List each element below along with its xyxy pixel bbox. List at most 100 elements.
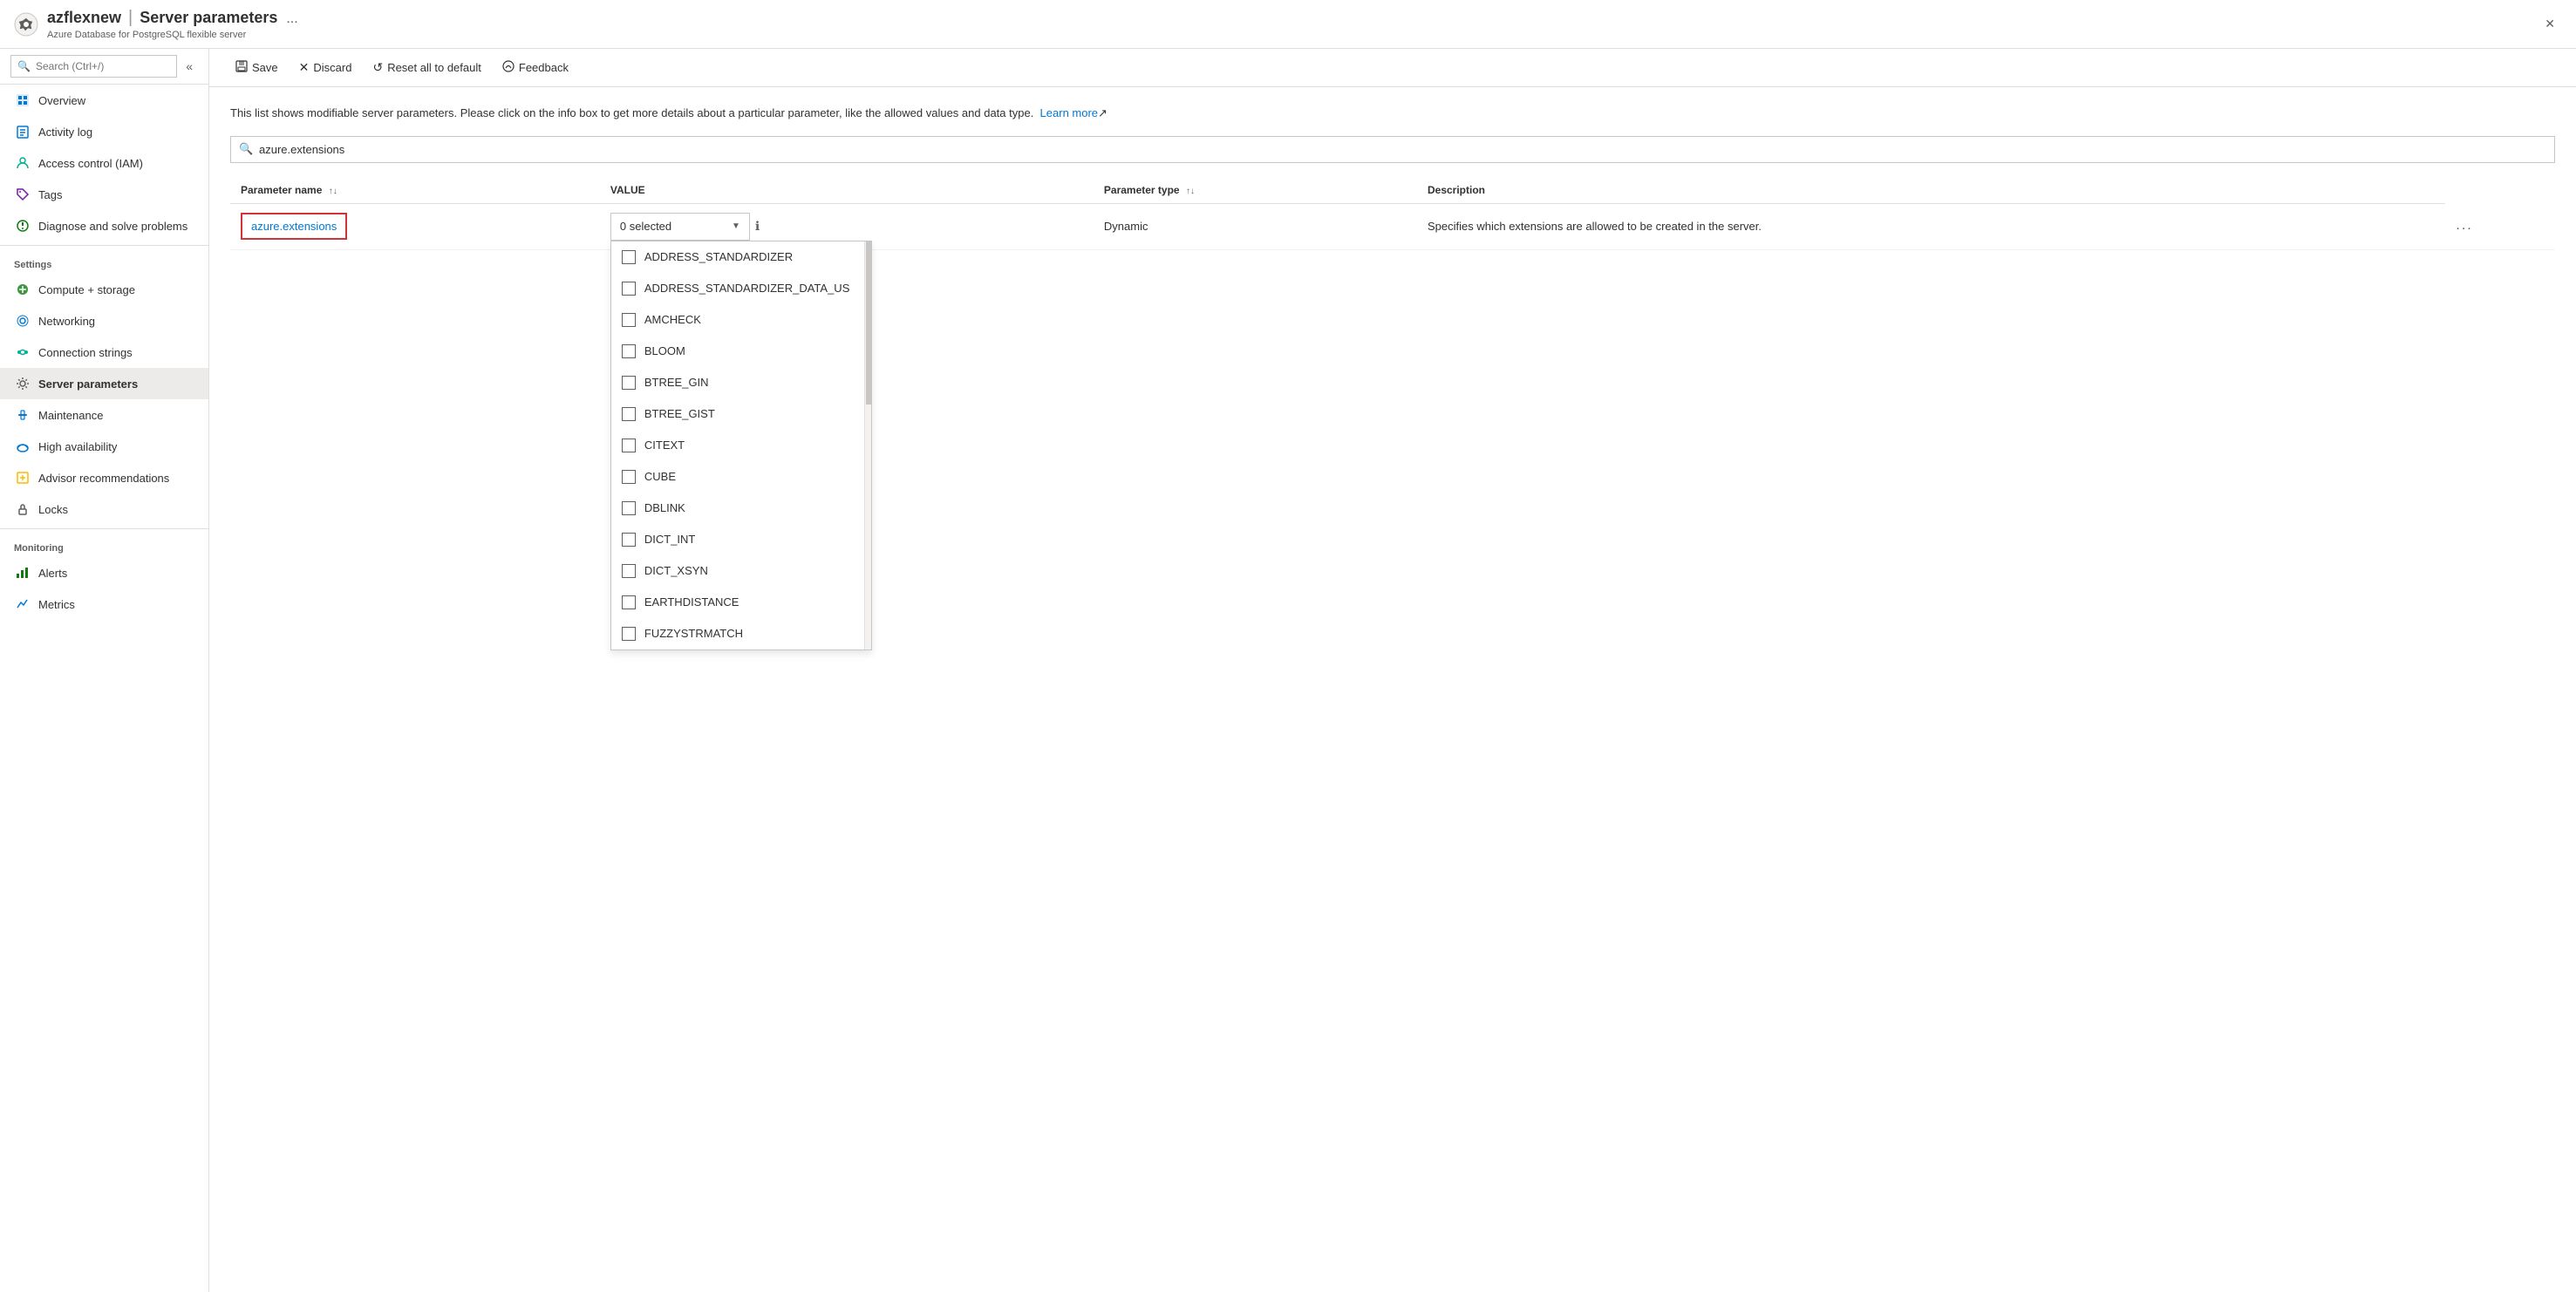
- diagnose-label: Diagnose and solve problems: [38, 220, 187, 233]
- dropdown-checkbox-address_standardizer[interactable]: [622, 250, 636, 264]
- dropdown-checkbox-fuzzystrmatch[interactable]: [622, 627, 636, 641]
- metrics-label: Metrics: [38, 598, 75, 611]
- dropdown-checkbox-dblink[interactable]: [622, 501, 636, 515]
- dropdown-item[interactable]: DICT_XSYN: [611, 555, 864, 587]
- dropdown-checkbox-dict_xsyn[interactable]: [622, 564, 636, 578]
- sidebar-item-diagnose[interactable]: Diagnose and solve problems: [0, 210, 208, 241]
- server-parameters-label: Server parameters: [38, 377, 138, 391]
- dropdown-item[interactable]: BTREE_GIN: [611, 367, 864, 398]
- title-ellipsis[interactable]: ...: [286, 11, 297, 27]
- col-param-type[interactable]: Parameter type ↑↓: [1094, 177, 1417, 204]
- dropdown-checkbox-btree_gin[interactable]: [622, 376, 636, 390]
- sidebar-item-high-availability[interactable]: High availability: [0, 431, 208, 462]
- tags-icon: [14, 186, 31, 203]
- title-separator: |: [128, 8, 133, 28]
- dropdown-item[interactable]: CITEXT: [611, 430, 864, 461]
- save-button[interactable]: Save: [227, 56, 287, 79]
- param-type-cell: Dynamic: [1094, 203, 1417, 249]
- dropdown-item[interactable]: DICT_INT: [611, 524, 864, 555]
- search-icon: 🔍: [17, 60, 31, 72]
- sidebar-item-tags[interactable]: Tags: [0, 179, 208, 210]
- sidebar-item-advisor[interactable]: Advisor recommendations: [0, 462, 208, 493]
- param-search: 🔍: [230, 136, 2555, 163]
- sidebar-item-compute-storage[interactable]: Compute + storage: [0, 274, 208, 305]
- dropdown-checkbox-citext[interactable]: [622, 439, 636, 452]
- maintenance-icon: [14, 406, 31, 424]
- dropdown-item[interactable]: CUBE: [611, 461, 864, 493]
- dropdown-item[interactable]: ADDRESS_STANDARDIZER_DATA_US: [611, 273, 864, 304]
- param-search-icon: 🔍: [239, 142, 253, 156]
- dropdown-item[interactable]: AMCHECK: [611, 304, 864, 336]
- reset-button[interactable]: ↺ Reset all to default: [364, 56, 489, 79]
- dropdown-checkbox-address_standardizer_data_us[interactable]: [622, 282, 636, 296]
- sidebar-search-input[interactable]: [10, 55, 177, 78]
- close-button[interactable]: ✕: [2538, 13, 2562, 35]
- sidebar-item-activity-log[interactable]: Activity log: [0, 116, 208, 147]
- sidebar-item-maintenance[interactable]: Maintenance: [0, 399, 208, 431]
- sidebar-collapse-button[interactable]: «: [181, 54, 198, 78]
- dropdown-checkbox-amcheck[interactable]: [622, 313, 636, 327]
- dropdown-option-label: EARTHDISTANCE: [644, 595, 739, 609]
- dropdown-option-label: DBLINK: [644, 501, 685, 514]
- dropdown-item[interactable]: EARTHDISTANCE: [611, 587, 864, 618]
- dropdown-option-label: ADDRESS_STANDARDIZER: [644, 250, 793, 263]
- col-description: Description: [1417, 177, 2445, 204]
- learn-more-link[interactable]: Learn more: [1040, 106, 1098, 119]
- sidebar-item-connection-strings[interactable]: Connection strings: [0, 337, 208, 368]
- sidebar-item-access-control[interactable]: Access control (IAM): [0, 147, 208, 179]
- col-param-name[interactable]: Parameter name ↑↓: [230, 177, 600, 204]
- dropdown-wrapper: 0 selected ▼: [610, 213, 1083, 241]
- dropdown-scrollbar-track[interactable]: [864, 241, 871, 649]
- access-control-icon: [14, 154, 31, 172]
- locks-label: Locks: [38, 503, 68, 516]
- chevron-down-icon: ▼: [732, 221, 740, 231]
- discard-label: Discard: [313, 61, 351, 74]
- more-options-button[interactable]: ...: [2456, 218, 2472, 233]
- sidebar-search-row: 🔍 «: [0, 49, 208, 85]
- locks-icon: [14, 500, 31, 518]
- param-name-value[interactable]: azure.extensions: [241, 213, 347, 240]
- dropdown-checkbox-cube[interactable]: [622, 470, 636, 484]
- dropdown-trigger[interactable]: 0 selected ▼: [610, 213, 750, 241]
- info-icon[interactable]: ℹ: [755, 219, 760, 234]
- col-value: VALUE: [600, 177, 1094, 204]
- dropdown-item[interactable]: BLOOM: [611, 336, 864, 367]
- sidebar-item-metrics[interactable]: Metrics: [0, 588, 208, 620]
- dropdown-option-label: ADDRESS_STANDARDIZER_DATA_US: [644, 282, 850, 295]
- activity-log-icon: [14, 123, 31, 140]
- compute-storage-label: Compute + storage: [38, 283, 135, 296]
- reset-label: Reset all to default: [387, 61, 481, 74]
- title-bar-text: azflexnew | Server parameters ... Azure …: [47, 8, 298, 40]
- advisor-icon: [14, 469, 31, 486]
- param-search-input[interactable]: [230, 136, 2555, 163]
- dropdown-checkbox-bloom[interactable]: [622, 344, 636, 358]
- feedback-button[interactable]: Feedback: [494, 56, 577, 79]
- main-content: Save ✕ Discard ↺ Reset all to default Fe…: [209, 49, 2576, 1292]
- toolbar: Save ✕ Discard ↺ Reset all to default Fe…: [209, 49, 2576, 87]
- dropdown-option-label: AMCHECK: [644, 313, 701, 326]
- sidebar-item-alerts[interactable]: Alerts: [0, 557, 208, 588]
- dropdown-checkbox-dict_int[interactable]: [622, 533, 636, 547]
- sidebar-item-server-parameters[interactable]: Server parameters: [0, 368, 208, 399]
- dropdown-item[interactable]: BTREE_GIST: [611, 398, 864, 430]
- dropdown-selected-label: 0 selected: [620, 220, 671, 233]
- param-type-value: Dynamic: [1104, 220, 1148, 233]
- sidebar-item-overview[interactable]: Overview: [0, 85, 208, 116]
- save-label: Save: [252, 61, 278, 74]
- discard-button[interactable]: ✕ Discard: [290, 56, 361, 79]
- dropdown-container: 0 selected ▼: [610, 213, 750, 241]
- description-value: Specifies which extensions are allowed t…: [1428, 220, 1762, 233]
- dropdown-checkbox-earthdistance[interactable]: [622, 595, 636, 609]
- dropdown-item[interactable]: FUZZYSTRMATCH: [611, 618, 864, 649]
- sidebar-item-networking[interactable]: Networking: [0, 305, 208, 337]
- metrics-icon: [14, 595, 31, 613]
- dropdown-item[interactable]: DBLINK: [611, 493, 864, 524]
- resource-icon: [14, 12, 38, 37]
- dropdown-item[interactable]: ADDRESS_STANDARDIZER: [611, 241, 864, 273]
- discard-icon: ✕: [299, 60, 310, 75]
- param-name-cell: azure.extensions: [230, 203, 600, 249]
- page-description: This list shows modifiable server parame…: [230, 105, 2555, 122]
- dropdown-checkbox-btree_gist[interactable]: [622, 407, 636, 421]
- dropdown-option-label: CITEXT: [644, 439, 685, 452]
- sidebar-item-locks[interactable]: Locks: [0, 493, 208, 525]
